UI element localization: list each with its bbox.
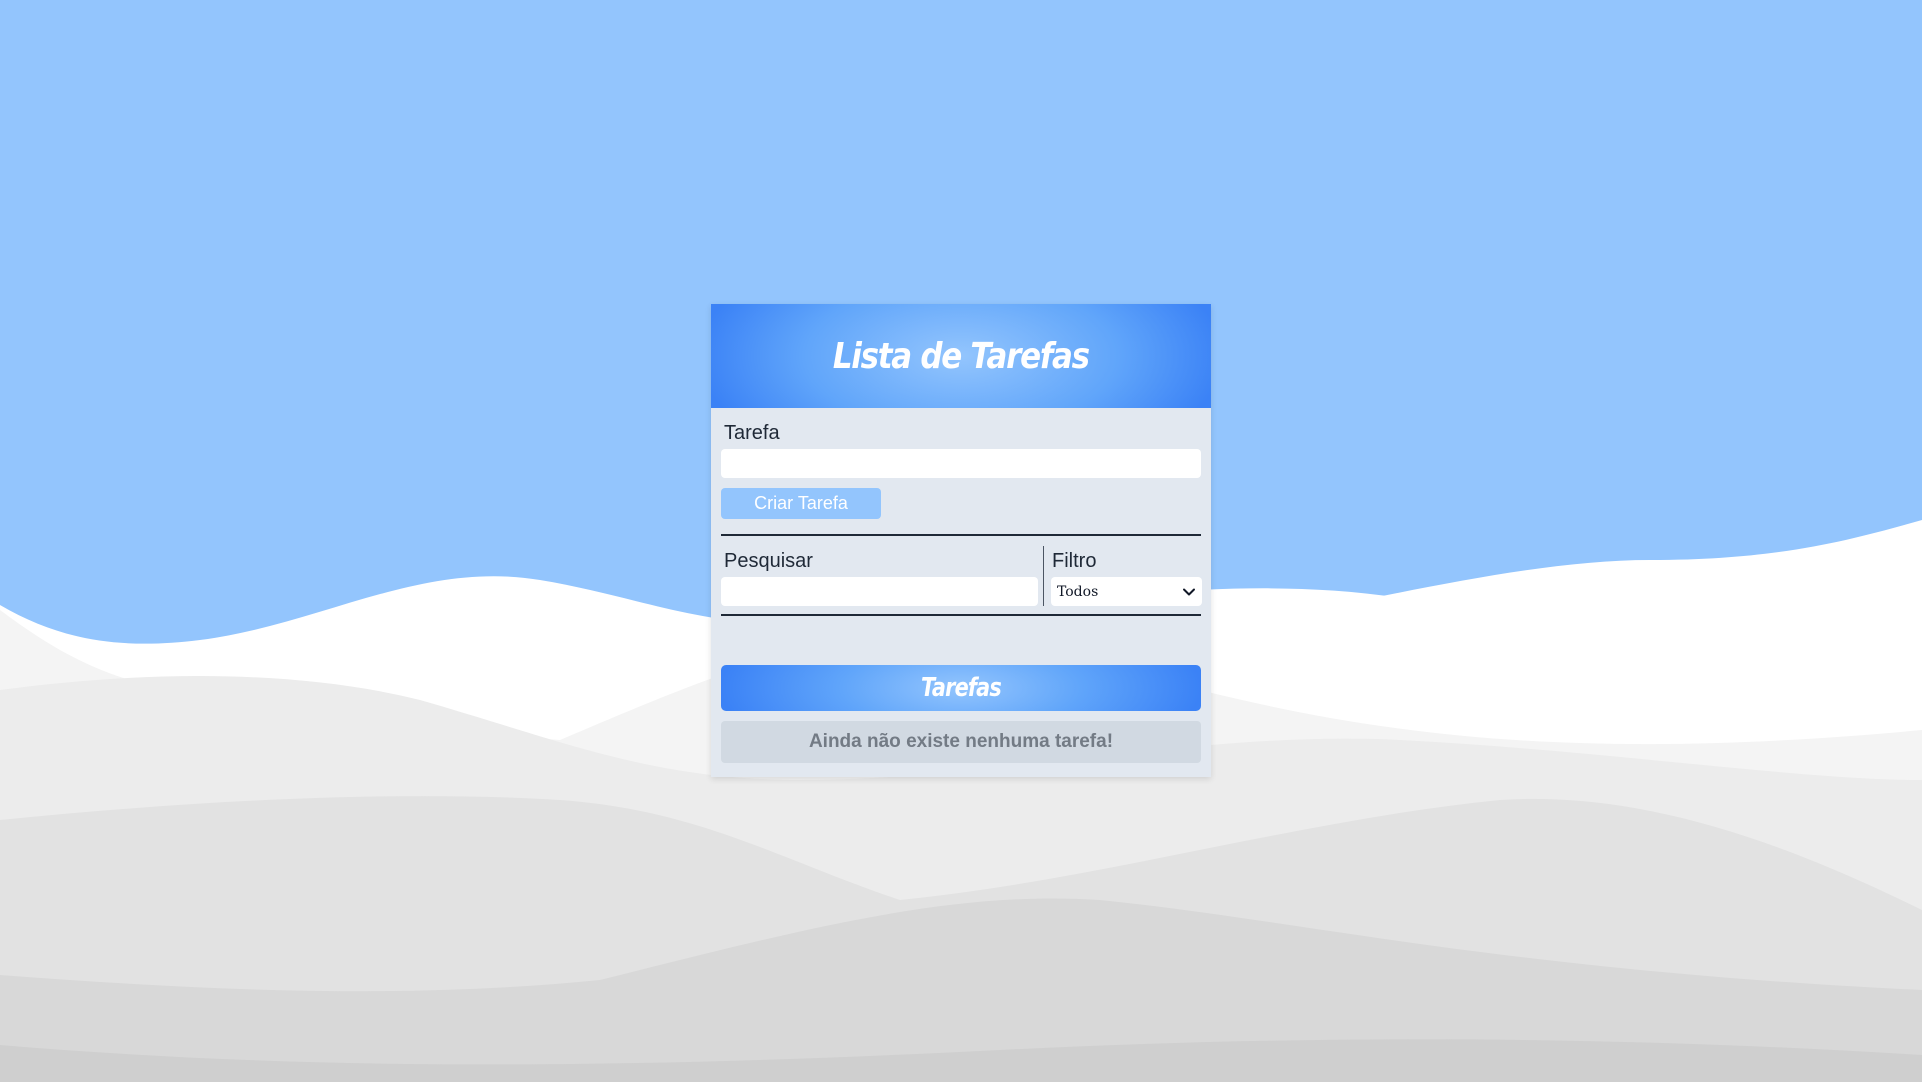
page-title: Lista de Tarefas xyxy=(833,335,1090,377)
task-form: Tarefa Criar Tarefa xyxy=(721,422,1201,519)
task-input[interactable] xyxy=(721,449,1201,478)
filter-section: Filtro Todos xyxy=(1051,546,1202,606)
empty-state: Ainda não existe nenhuma tarefa! xyxy=(721,721,1201,763)
create-task-button[interactable]: Criar Tarefa xyxy=(721,488,881,519)
search-label: Pesquisar xyxy=(724,550,813,572)
search-input[interactable] xyxy=(721,577,1038,606)
task-label: Tarefa xyxy=(724,422,780,444)
chevron-down-icon xyxy=(1183,588,1195,596)
tasks-header: Tarefas xyxy=(721,665,1201,711)
vertical-divider xyxy=(1043,546,1044,606)
app-background: Lista de Tarefas Tarefa Criar Tarefa Pes… xyxy=(0,0,1922,1082)
card-header: Lista de Tarefas xyxy=(711,304,1211,408)
divider xyxy=(721,534,1201,536)
empty-state-message: Ainda não existe nenhuma tarefa! xyxy=(808,731,1114,752)
search-section: Pesquisar xyxy=(721,546,1038,606)
filter-select[interactable]: Todos xyxy=(1051,577,1202,606)
filter-selected-value: Todos xyxy=(1057,583,1099,600)
divider xyxy=(721,614,1201,616)
card-body: Tarefa Criar Tarefa Pesquisar Filtro Tod… xyxy=(711,408,1211,763)
filter-label: Filtro xyxy=(1052,550,1097,572)
search-filter-toolbar: Pesquisar Filtro Todos xyxy=(721,546,1202,606)
tasks-title: Tarefas xyxy=(920,673,1002,703)
todo-card: Lista de Tarefas Tarefa Criar Tarefa Pes… xyxy=(711,304,1211,777)
